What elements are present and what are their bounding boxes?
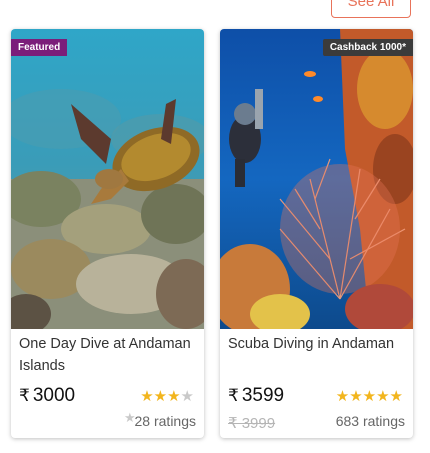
star-icon: ★ <box>349 388 363 405</box>
star-icon: ★ <box>180 388 194 405</box>
star-icon: ★ <box>167 388 181 405</box>
activity-title[interactable]: One Day Dive at Andaman Islands <box>19 333 199 377</box>
star-icon: ★ <box>335 388 350 405</box>
star-icon: ★ <box>362 388 377 405</box>
star-icon: ★ <box>376 388 390 405</box>
original-price: ₹ 3999 <box>228 415 276 432</box>
price-value: 3000 <box>32 385 76 406</box>
activity-price: ₹3000 <box>19 385 75 407</box>
star-icon: ★ <box>153 388 168 405</box>
ratings-count: 28 ratings <box>134 413 196 429</box>
rating-stars: ★★★★ <box>140 389 194 405</box>
activity-title[interactable]: Scuba Diving in Andaman <box>228 333 408 355</box>
currency-symbol: ₹ <box>228 386 239 405</box>
star-icon: ★ <box>389 388 403 405</box>
activity-price: ₹3599 <box>228 385 284 407</box>
rating-stars: ★★★★★ <box>336 389 403 405</box>
price-value: 3599 <box>241 385 285 406</box>
activity-card[interactable]: Cashback 1000* Scuba Diving in Andaman ₹… <box>220 29 413 438</box>
activity-image-scuba-diver <box>220 29 413 329</box>
featured-badge: Featured <box>11 39 68 56</box>
star-icon: ★ <box>140 388 154 405</box>
currency-symbol: ₹ <box>19 386 30 405</box>
ratings-count: 683 ratings <box>335 413 405 429</box>
cashback-badge: Cashback 1000* <box>322 39 413 56</box>
activity-card[interactable]: Featured One Day Dive at Andaman Islands… <box>11 29 204 438</box>
see-all-button[interactable]: See All <box>331 0 411 18</box>
activity-image-sea-turtle <box>11 29 204 329</box>
